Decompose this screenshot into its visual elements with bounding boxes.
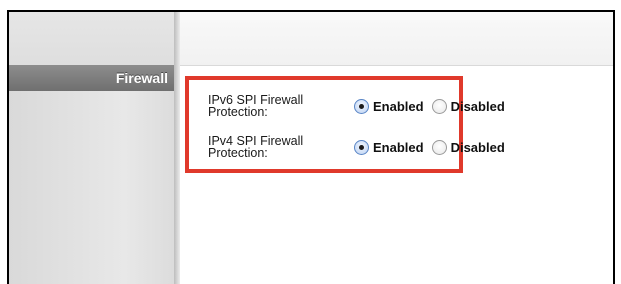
ipv4-disabled-label[interactable]: Disabled <box>451 140 505 155</box>
ipv6-spi-firewall-label: IPv6 SPI Firewall Protection: <box>208 93 304 119</box>
ipv6-enabled-radio[interactable] <box>354 98 369 114</box>
section-title-firewall: Firewall <box>9 65 174 91</box>
ipv4-spi-firewall-label: IPv4 SPI Firewall Protection: <box>208 134 304 160</box>
ipv6-disabled-label[interactable]: Disabled <box>451 99 505 114</box>
left-header-area <box>9 12 174 65</box>
ipv4-enabled-radio[interactable] <box>354 139 369 155</box>
ipv4-spi-firewall-row: IPv4 SPI Firewall Protection: Enabled Di… <box>208 134 513 160</box>
ipv4-enabled-label[interactable]: Enabled <box>373 140 424 155</box>
content-header-area <box>180 12 613 66</box>
ipv4-disabled-radio[interactable] <box>431 139 447 155</box>
ipv6-spi-firewall-row: IPv6 SPI Firewall Protection: Enabled Di… <box>208 93 513 119</box>
ipv6-disabled-radio[interactable] <box>431 98 447 114</box>
ipv6-enabled-label[interactable]: Enabled <box>373 99 424 114</box>
